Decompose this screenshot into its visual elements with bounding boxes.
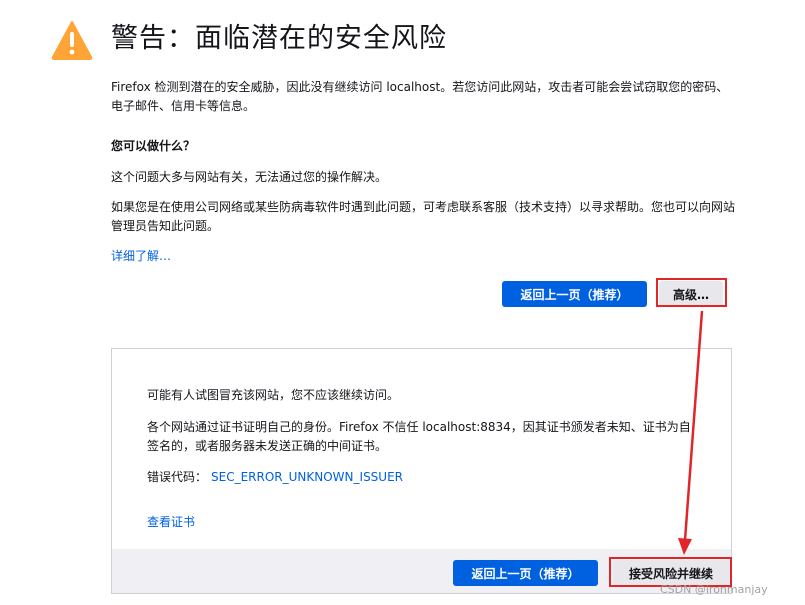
page-title: 警告：面临潜在的安全风险 <box>111 23 447 54</box>
certificate-explanation: 各个网站通过证书证明自己的身份。Firefox 不信任 localhost:88… <box>147 420 691 453</box>
what-can-you-do-heading: 您可以做什么？ <box>111 139 196 153</box>
view-certificate-link[interactable]: 查看证书 <box>147 513 195 532</box>
learn-more-link[interactable]: 详细了解… <box>111 247 171 266</box>
error-code-label: 错误代码： <box>147 470 208 484</box>
warning-icon <box>51 21 93 60</box>
go-back-button[interactable]: 返回上一页（推荐） <box>502 281 647 307</box>
error-code-line: 错误代码： SEC_ERROR_UNKNOWN_ISSUER <box>147 468 403 487</box>
explanation-text-2: 如果您是在使用公司网络或某些防病毒软件时遇到此问题，可考虑联系客服（技术支持）以… <box>111 200 736 233</box>
panel-go-back-button[interactable]: 返回上一页（推荐） <box>453 560 598 586</box>
intro-text: Firefox 检测到潜在的安全威胁，因此没有继续访问 localhost。若您… <box>111 80 729 113</box>
error-code-link[interactable]: SEC_ERROR_UNKNOWN_ISSUER <box>211 470 403 484</box>
advanced-button-highlight <box>656 278 727 307</box>
explanation-text-1: 这个问题大多与网站有关，无法通过您的操作解决。 <box>111 170 388 184</box>
impersonation-warning: 可能有人试图冒充该网站，您不应该继续访问。 <box>147 388 400 402</box>
watermark: CSDN @ironmanjay <box>660 583 768 596</box>
